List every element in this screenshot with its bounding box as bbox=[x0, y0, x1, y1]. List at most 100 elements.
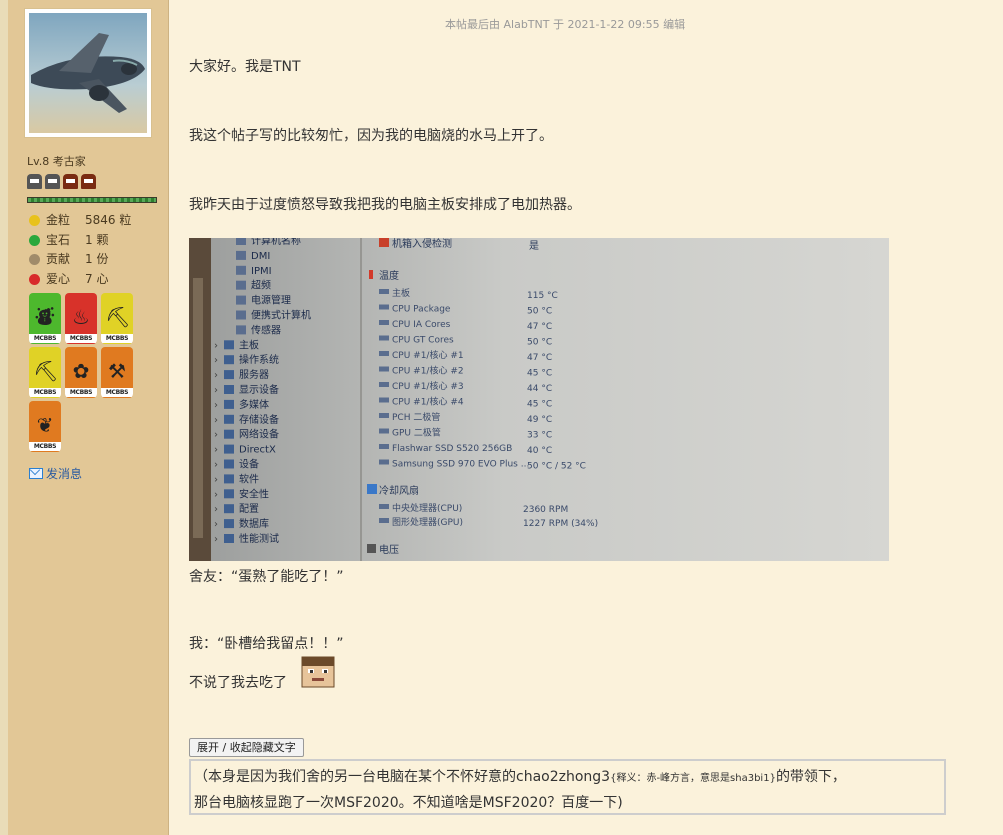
sensor-value: 47 °C bbox=[527, 353, 552, 363]
tree-expander-icon: › bbox=[214, 370, 218, 381]
post-paragraph: 不说了我去吃了 bbox=[189, 656, 335, 692]
tree-item: 计算机名称 bbox=[251, 238, 301, 247]
user-stats: 金粒 5846 粒宝石 1 颗贡献 1 份爱心 7 心 bbox=[29, 211, 131, 289]
tree-item: IPMI bbox=[251, 266, 272, 277]
sensor-value: 115 °C bbox=[527, 291, 558, 301]
medal-tag: MCBBS bbox=[101, 388, 133, 397]
tree-item: 多媒体 bbox=[239, 398, 269, 411]
sensor-value: 45 °C bbox=[527, 400, 552, 410]
hidden-text-box: （本身是因为我们舍的另一台电脑在某个不怀好意的chao2zhong3{释义：赤-… bbox=[189, 759, 946, 815]
sensor-label: PCH 二极管 bbox=[392, 411, 440, 423]
helmet-icon bbox=[63, 174, 78, 189]
tree-node-icon bbox=[224, 355, 234, 365]
tree-item: 网络设备 bbox=[239, 428, 279, 441]
post-photo[interactable]: 计算机名称 DMI IPMI 超频 电源管理 便携式计算机 传感器 › 主板 › 操作系统 › 服务器 ›… bbox=[189, 238, 889, 561]
stat-row: 宝石 1 颗 bbox=[29, 231, 131, 251]
tree-expander-icon: › bbox=[214, 430, 218, 441]
medal-badge[interactable]: ⚒ MCBBS bbox=[101, 347, 133, 398]
tree-item: 性能测试 bbox=[239, 532, 279, 545]
tree-expander-icon: › bbox=[214, 474, 218, 485]
stat-label: 爱心 bbox=[46, 271, 71, 286]
sensor-icon bbox=[379, 504, 389, 509]
user-sidebar: Lv.8 考古家 金粒 5846 粒宝石 1 颗贡献 1 份爱心 7 心 ⛇ MCBBS ♨… bbox=[8, 0, 169, 835]
avatar-image bbox=[29, 13, 147, 133]
helmet-icon bbox=[81, 174, 96, 189]
tree-item: 服务器 bbox=[239, 368, 269, 381]
tree-expander-icon: › bbox=[214, 385, 218, 396]
sensor-label: 机箱入侵检测 bbox=[392, 238, 452, 250]
stat-row: 贡献 1 份 bbox=[29, 250, 131, 270]
tree-node-icon bbox=[224, 429, 234, 439]
sensor-value: 2360 RPM bbox=[523, 505, 568, 515]
thermometer-icon bbox=[369, 270, 373, 279]
sensor-label: GPU 二极管 bbox=[392, 427, 441, 439]
section-header: 冷却风扇 bbox=[379, 484, 419, 497]
avatar[interactable] bbox=[24, 8, 152, 138]
medal-icon: ⛏ bbox=[105, 305, 131, 329]
tree-node-icon bbox=[224, 370, 234, 380]
tree-item: 操作系统 bbox=[239, 353, 279, 366]
sensor-label: 中央处理器(CPU) bbox=[392, 502, 462, 514]
stat-label: 贡献 bbox=[46, 252, 71, 266]
post-text: 不说了我去吃了 bbox=[189, 675, 287, 691]
medal-tag: MCBBS bbox=[101, 334, 133, 343]
sensor-icon bbox=[379, 335, 389, 341]
tree-node-icon bbox=[224, 519, 234, 529]
tree-item: 数据库 bbox=[239, 517, 269, 530]
post-paragraph: 我这个帖子写的比较匆忙，因为我的电脑烧的水马上开了。 bbox=[189, 128, 553, 144]
medal-list: ⛇ MCBBS ♨ MCBBS ⛏ MCBBS ⛏ MCBBS ✿ MCBBS ⚒ MCBBS ❦ MCB… bbox=[29, 293, 139, 452]
tree-node-icon bbox=[224, 444, 234, 454]
tree-expander-icon: › bbox=[214, 534, 218, 545]
toggle-hidden-text-button[interactable]: 展开 / 收起隐藏文字 bbox=[189, 738, 304, 757]
medal-tag: MCBBS bbox=[29, 334, 61, 343]
tree-item: 便携式计算机 bbox=[251, 309, 311, 322]
sensor-label: CPU Package bbox=[392, 305, 451, 315]
stat-row: 爱心 7 心 bbox=[29, 270, 131, 290]
sensor-icon bbox=[379, 459, 389, 465]
sensor-value: 44 °C bbox=[527, 384, 552, 394]
tree-node-icon bbox=[236, 325, 246, 335]
post-paragraph: 我昨天由于过度愤怒导致我把我的电脑主板安排成了电加热器。 bbox=[189, 197, 581, 213]
tree-item: 电源管理 bbox=[251, 294, 291, 307]
medal-badge[interactable]: ♨ MCBBS bbox=[65, 293, 97, 344]
sensor-value: 1227 RPM (34%) bbox=[523, 519, 598, 529]
stat-value: 7 心 bbox=[85, 271, 109, 286]
tree-expander-icon: › bbox=[214, 340, 218, 351]
tree-expander-icon: › bbox=[214, 460, 218, 471]
tree-node-icon bbox=[236, 238, 246, 245]
sensor-value: 50 °C bbox=[527, 338, 552, 348]
sensor-label: CPU #1/核心 #2 bbox=[392, 365, 464, 377]
medal-badge[interactable]: ⛇ MCBBS bbox=[29, 293, 61, 344]
gem-icon bbox=[29, 234, 40, 246]
medal-tag: MCBBS bbox=[29, 442, 61, 451]
tree-item: 安全性 bbox=[239, 487, 269, 500]
send-message-link[interactable]: 发消息 bbox=[29, 465, 82, 482]
voltage-icon bbox=[367, 544, 376, 553]
tree-node-icon bbox=[224, 414, 234, 424]
medal-badge[interactable]: ❦ MCBBS bbox=[29, 401, 61, 452]
medal-icon: ♨ bbox=[72, 305, 90, 329]
tree-node-icon bbox=[236, 250, 246, 260]
post-paragraph: 我：“卧槽给我留点！！” bbox=[189, 636, 344, 652]
tree-item: 超频 bbox=[251, 279, 271, 292]
sensor-label: CPU IA Cores bbox=[392, 320, 451, 330]
sensor-icon bbox=[379, 413, 389, 418]
tree-item: 软件 bbox=[239, 472, 259, 485]
sensor-label: 主板 bbox=[392, 287, 410, 299]
tree-node-icon bbox=[236, 295, 246, 305]
hidden-note: {释义：赤-峰方言，意思是sha3bi1} bbox=[610, 773, 776, 784]
tree-item: 配置 bbox=[239, 503, 259, 515]
tree-node-icon bbox=[224, 399, 234, 409]
sensor-value: 47 °C bbox=[527, 322, 552, 332]
medal-badge[interactable]: ⛏ MCBBS bbox=[101, 293, 133, 344]
medal-badge[interactable]: ✿ MCBBS bbox=[65, 347, 97, 398]
tree-item: 设备 bbox=[239, 458, 259, 471]
sensor-label: Samsung SSD 970 EVO Plus ... bbox=[392, 460, 529, 470]
tree-item: 主板 bbox=[239, 338, 259, 351]
user-level: Lv.8 考古家 bbox=[27, 155, 86, 168]
medal-badge[interactable]: ⛏ MCBBS bbox=[29, 347, 61, 398]
sensor-icon bbox=[379, 366, 389, 372]
sensor-value: 40 °C bbox=[527, 446, 552, 456]
tree-node-icon bbox=[236, 265, 246, 275]
gold-nugget-icon bbox=[29, 215, 40, 227]
